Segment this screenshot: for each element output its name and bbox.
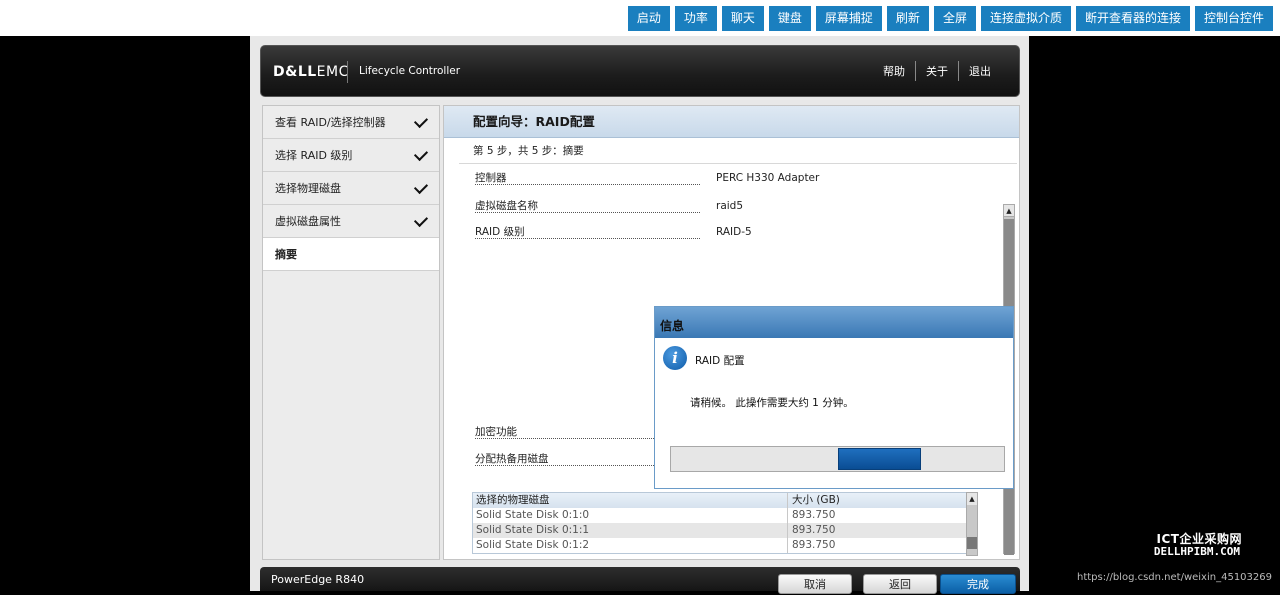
- info-dialog: 信息 i RAID 配置 请稍候。 此操作需要大约 1 分钟。: [654, 306, 1014, 489]
- toolbar-button-refresh[interactable]: 刷新: [886, 6, 929, 31]
- field-value: raid5: [716, 200, 744, 212]
- server-model: PowerEdge R840: [271, 573, 365, 586]
- back-button[interactable]: 返回: [863, 574, 937, 594]
- progress-bar-fill: [837, 448, 921, 470]
- watermark-url: https://blog.csdn.net/weixin_45103269: [1076, 572, 1272, 583]
- info-icon: i: [663, 346, 687, 370]
- logo-dell: D&LL: [273, 64, 317, 80]
- dell-emc-logo: D&LLEMC: [273, 64, 349, 80]
- column-header-size: 大小 (GB): [792, 494, 840, 506]
- app-footer: PowerEdge R840 取消 返回 完成: [260, 567, 1020, 594]
- table-scrollbar[interactable]: ▲: [966, 492, 978, 556]
- field-label: RAID 级别: [475, 226, 700, 239]
- toolbar-button-chat[interactable]: 聊天: [721, 6, 764, 31]
- page-title: 配置向导：RAID配置: [444, 106, 1019, 138]
- wizard-content: 配置向导：RAID配置 第 5 步，共 5 步：摘要 控制器 PERC H330…: [443, 105, 1020, 560]
- toolbar-button-disconnect[interactable]: 断开查看器的连接: [1075, 6, 1190, 31]
- wizard-steps-sidebar: 查看 RAID/选择控制器 选择 RAID 级别 选择物理磁盘 虚拟磁盘属性 摘…: [262, 105, 440, 560]
- field-label: 虚拟磁盘名称: [475, 200, 700, 213]
- cancel-button[interactable]: 取消: [778, 574, 852, 594]
- toolbar-button-keyboard[interactable]: 键盘: [768, 6, 811, 31]
- dialog-title: 信息: [655, 307, 1013, 338]
- toolbar-buttons: 启动 功率 聊天 键盘 屏幕捕捉 刷新 全屏 连接虚拟介质 断开查看器的连接 控…: [627, 6, 1273, 31]
- about-link[interactable]: 关于: [916, 63, 958, 79]
- sidebar-item-label: 虚拟磁盘属性: [275, 215, 341, 228]
- checkmark-icon: [413, 146, 429, 162]
- field-label: 控制器: [475, 172, 700, 185]
- scroll-up-arrow-icon[interactable]: ▲: [1004, 205, 1014, 217]
- header-links: 帮助 关于 退出: [873, 61, 1001, 81]
- scrollbar-thumb[interactable]: [967, 537, 977, 549]
- sidebar-item-label: 选择物理磁盘: [275, 182, 341, 195]
- checkmark-icon: [413, 113, 429, 129]
- sidebar-item-raid-level[interactable]: 选择 RAID 级别: [263, 139, 439, 172]
- sidebar-item-physical-disks[interactable]: 选择物理磁盘: [263, 172, 439, 205]
- dialog-message: 请稍候。 此操作需要大约 1 分钟。: [690, 397, 854, 409]
- finish-button[interactable]: 完成: [940, 574, 1016, 594]
- viewer-toolbar: 启动 功率 聊天 键盘 屏幕捕捉 刷新 全屏 连接虚拟介质 断开查看器的连接 控…: [0, 0, 1280, 36]
- disk-name-cell: Solid State Disk 0:1:2: [473, 538, 788, 553]
- field-value: PERC H330 Adapter: [716, 172, 820, 184]
- progress-bar: [670, 446, 1005, 472]
- toolbar-button-screen-capture[interactable]: 屏幕捕捉: [815, 6, 882, 31]
- table-row[interactable]: Solid State Disk 0:1:1 893.750: [473, 523, 977, 538]
- toolbar-button-power[interactable]: 功率: [674, 6, 717, 31]
- toolbar-button-console-controls[interactable]: 控制台控件: [1194, 6, 1273, 31]
- dialog-heading: RAID 配置: [695, 355, 745, 367]
- divider: [459, 163, 1017, 164]
- table-row[interactable]: Solid State Disk 0:1:2 893.750: [473, 538, 977, 553]
- toolbar-button-fullscreen[interactable]: 全屏: [933, 6, 976, 31]
- physical-disk-table: 选择的物理磁盘 大小 (GB) Solid State Disk 0:1:0 8…: [472, 492, 978, 554]
- help-link[interactable]: 帮助: [873, 63, 915, 79]
- disk-size-cell: 893.750: [792, 509, 836, 521]
- field-vd-name: 虚拟磁盘名称: [475, 200, 700, 213]
- table-header: 选择的物理磁盘 大小 (GB): [473, 493, 977, 508]
- table-row[interactable]: Solid State Disk 0:1:0 893.750: [473, 508, 977, 523]
- product-name: Lifecycle Controller: [359, 65, 461, 77]
- watermark-domain: DELLHPIBM.COM: [1153, 545, 1240, 558]
- disk-size-cell: 893.750: [792, 524, 836, 536]
- toolbar-button-virtual-media[interactable]: 连接虚拟介质: [980, 6, 1071, 31]
- logo-divider: [347, 61, 348, 83]
- sidebar-item-label: 查看 RAID/选择控制器: [275, 116, 386, 129]
- sidebar-item-label: 选择 RAID 级别: [275, 149, 353, 162]
- logo-emc: EMC: [316, 64, 349, 80]
- sidebar-item-summary[interactable]: 摘要: [263, 238, 439, 271]
- sidebar-item-vd-attributes[interactable]: 虚拟磁盘属性: [263, 205, 439, 238]
- checkmark-icon: [413, 212, 429, 228]
- disk-name-cell: Solid State Disk 0:1:0: [473, 508, 788, 523]
- toolbar-button-boot[interactable]: 启动: [627, 6, 670, 31]
- app-header: D&LLEMC Lifecycle Controller 帮助 关于 退出: [260, 45, 1020, 97]
- lifecycle-controller-window: D&LLEMC Lifecycle Controller 帮助 关于 退出 查看…: [250, 36, 1029, 594]
- scroll-up-arrow-icon[interactable]: ▲: [967, 493, 977, 505]
- column-header-disk: 选择的物理磁盘: [473, 493, 788, 508]
- field-raid-level: RAID 级别: [475, 226, 700, 239]
- field-value: RAID-5: [716, 226, 752, 238]
- exit-link[interactable]: 退出: [959, 63, 1001, 79]
- checkmark-icon: [413, 179, 429, 195]
- disk-name-cell: Solid State Disk 0:1:1: [473, 523, 788, 538]
- sidebar-item-label: 摘要: [275, 248, 297, 261]
- field-controller: 控制器: [475, 172, 700, 185]
- step-indicator: 第 5 步，共 5 步：摘要: [473, 145, 584, 157]
- sidebar-item-view-raid[interactable]: 查看 RAID/选择控制器: [263, 106, 439, 139]
- disk-size-cell: 893.750: [792, 539, 836, 551]
